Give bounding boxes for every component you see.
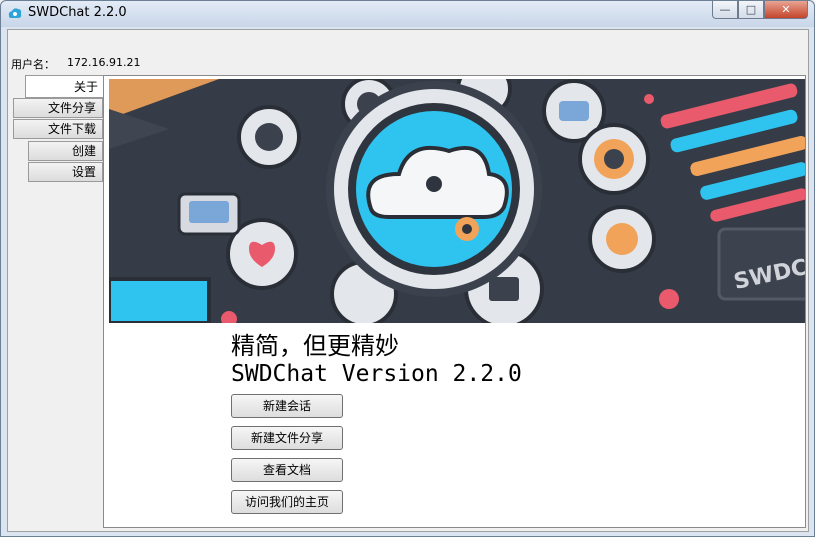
maximize-icon: □ bbox=[745, 3, 757, 16]
tab-create[interactable]: 创建 bbox=[28, 141, 103, 161]
tab-create-label: 创建 bbox=[71, 144, 96, 158]
version-text: SWDChat Version 2.2.0 bbox=[231, 361, 522, 387]
maximize-button[interactable]: □ bbox=[738, 1, 764, 19]
close-button[interactable]: ✕ bbox=[764, 1, 808, 19]
about-panel: SWDC 精简，但更精妙 SWDChat Version 2.2.0 新建会话 … bbox=[103, 75, 806, 528]
new-session-button[interactable]: 新建会话 bbox=[231, 394, 343, 418]
tab-settings-label: 设置 bbox=[71, 165, 96, 179]
minimize-icon: — bbox=[719, 3, 731, 16]
view-docs-button[interactable]: 查看文档 bbox=[231, 458, 343, 482]
close-icon: ✕ bbox=[781, 3, 791, 16]
window-title: SWDChat 2.2.0 bbox=[28, 5, 127, 20]
app-logo-icon bbox=[8, 8, 22, 18]
new-file-share-button[interactable]: 新建文件分享 bbox=[231, 426, 343, 450]
app-window: SWDChat 2.2.0 — □ ✕ 用户名： 172.16.91.21 关于… bbox=[0, 0, 815, 537]
tab-file-share[interactable]: 文件分享 bbox=[13, 98, 103, 118]
tab-file-download[interactable]: 文件下载 bbox=[13, 119, 103, 139]
tab-settings[interactable]: 设置 bbox=[28, 162, 103, 182]
username-value: 172.16.91.21 bbox=[67, 56, 141, 69]
minimize-button[interactable]: — bbox=[712, 1, 738, 19]
tab-about-label: 关于 bbox=[73, 80, 98, 94]
title-bar[interactable]: SWDChat 2.2.0 — □ ✕ bbox=[1, 1, 814, 27]
tab-about[interactable]: 关于 bbox=[25, 75, 104, 98]
tab-file-share-label: 文件分享 bbox=[47, 101, 96, 115]
tab-file-download-label: 文件下载 bbox=[47, 122, 96, 136]
client-area: 用户名： 172.16.91.21 关于 文件分享 文件下载 创建 设置 SWD… bbox=[7, 29, 809, 532]
tab-strip: 关于 文件分享 文件下载 创建 设置 bbox=[13, 75, 104, 225]
username-label: 用户名： bbox=[11, 58, 55, 71]
slogan-text: 精简，但更精妙 bbox=[231, 332, 399, 360]
visit-homepage-button[interactable]: 访问我们的主页 bbox=[231, 490, 343, 514]
banner-image: SWDC bbox=[109, 79, 805, 323]
